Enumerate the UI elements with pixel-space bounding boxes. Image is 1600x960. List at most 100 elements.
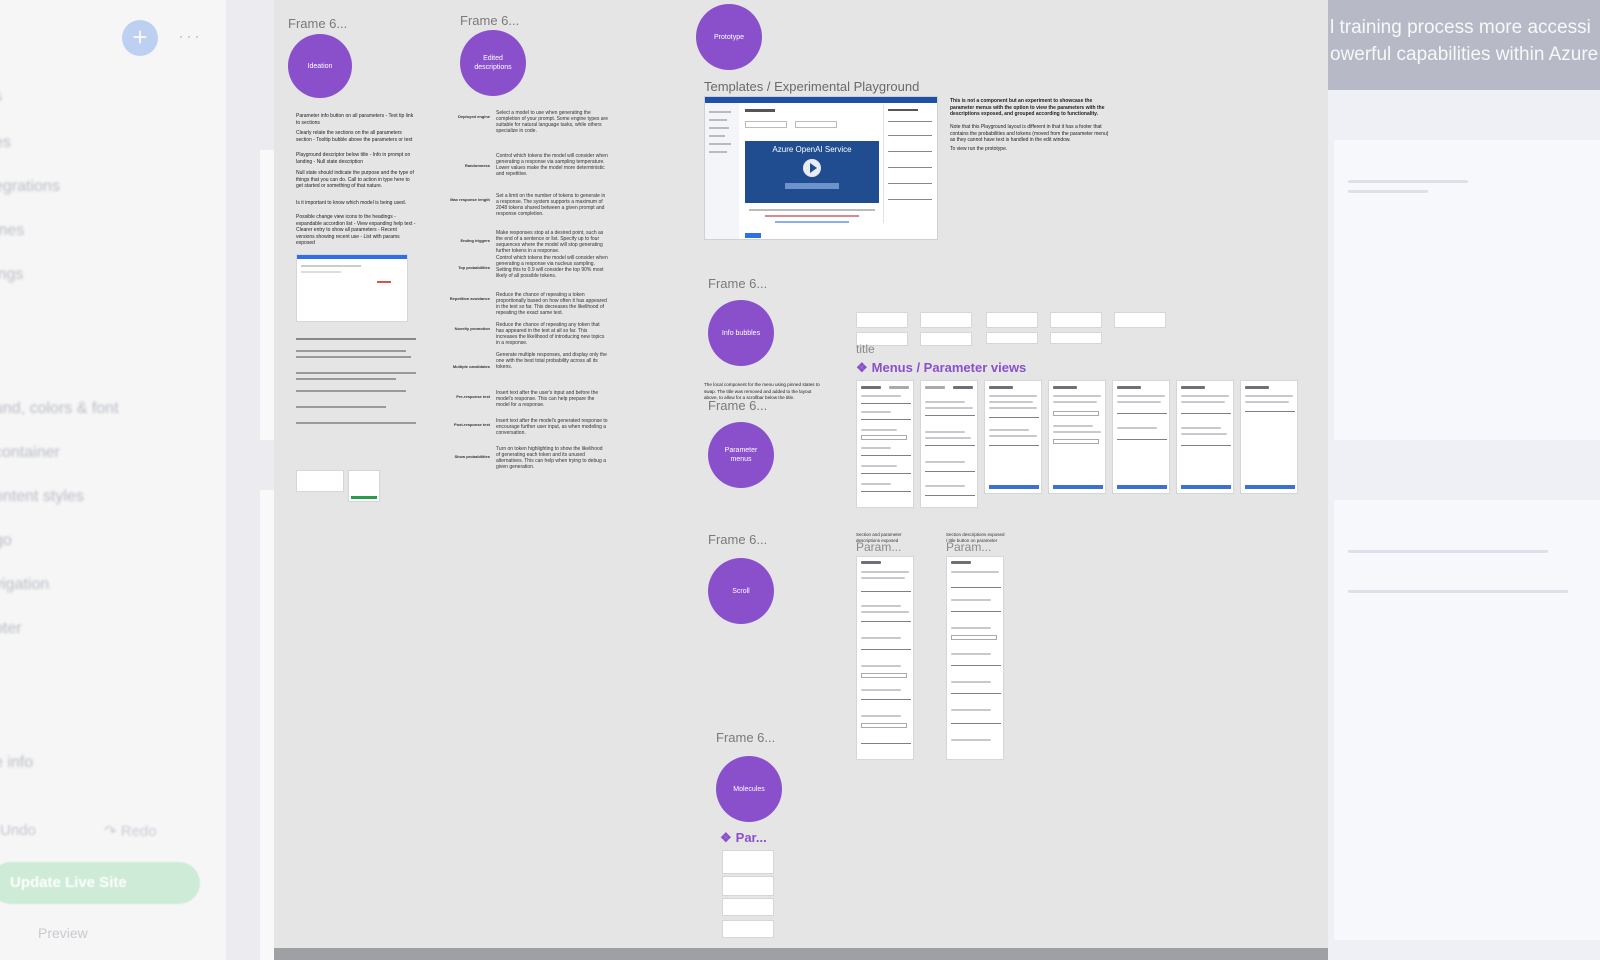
param-desc: Generate multiple responses, and display… (496, 352, 607, 370)
play-icon[interactable] (803, 159, 821, 177)
menu-item[interactable]: ings (0, 266, 23, 284)
ideation-mini-card[interactable] (348, 470, 380, 502)
panel-slider (951, 723, 1001, 724)
ideation-bubble[interactable]: Ideation (288, 34, 352, 98)
scroll-panel[interactable] (856, 556, 914, 760)
parameter-menus-bubble[interactable]: Parameter menus (708, 422, 774, 488)
playground-video[interactable]: Azure OpenAI Service (745, 141, 879, 203)
panel-line (1245, 401, 1289, 403)
frame-label[interactable]: Frame 6... (288, 16, 347, 31)
panel-button[interactable] (1181, 485, 1231, 489)
panel-button[interactable] (989, 485, 1039, 489)
info-bubble-card[interactable] (920, 332, 972, 346)
menu-item[interactable]: mes (0, 222, 24, 240)
menu-item[interactable]: s (0, 88, 2, 106)
preview-link[interactable]: Preview (38, 925, 88, 941)
frame-label[interactable]: Frame 6... (460, 13, 519, 28)
info-bubble-card[interactable] (986, 312, 1038, 328)
frame-label[interactable]: Frame 6... (708, 276, 767, 291)
panel-slider (951, 587, 1001, 588)
info-bubbles-bubble[interactable]: Info bubbles (708, 300, 774, 366)
sidebar-line (709, 151, 727, 153)
info-bubble-card[interactable] (1114, 312, 1166, 328)
menu-item[interactable]: es (0, 134, 11, 152)
menu-item[interactable]: vigation (0, 576, 49, 594)
parameter-view-panel[interactable] (920, 380, 978, 508)
info-bubble-card[interactable] (1050, 332, 1102, 344)
param-label[interactable]: Param... (856, 540, 901, 554)
scroll-panel[interactable] (946, 556, 1004, 760)
menu-item[interactable]: go (0, 532, 12, 550)
parameter-view-panel[interactable] (1176, 380, 1234, 494)
panel-input (951, 635, 997, 640)
panel-line (1117, 427, 1157, 429)
redo-button[interactable]: ↷ Redo (104, 822, 157, 840)
panel-heading (989, 386, 1013, 389)
panel-line (989, 401, 1033, 403)
panel-heading (953, 386, 973, 389)
panel-slider (1117, 413, 1167, 414)
panel-button[interactable] (1245, 485, 1295, 489)
video-title: Azure OpenAI Service (772, 145, 852, 154)
design-canvas[interactable]: Frame 6... Ideation Parameter info butto… (274, 0, 1328, 960)
panel-slider (925, 415, 975, 416)
frame-label[interactable]: Frame 6... (708, 532, 767, 547)
panel-line (925, 437, 971, 439)
info-bubble-card[interactable] (920, 312, 972, 328)
param-desc: Control which tokens the model will cons… (496, 255, 608, 279)
ideation-screenshot[interactable] (296, 254, 408, 322)
scroll-bubble[interactable]: Scroll (708, 558, 774, 624)
parameter-view-panel[interactable] (984, 380, 1042, 494)
param-label[interactable]: Param... (946, 540, 991, 554)
menu-item[interactable]: egrations (0, 178, 60, 196)
parameter-view-panel[interactable] (1240, 380, 1298, 494)
param-line (888, 109, 918, 111)
info-bubble-card[interactable] (1050, 312, 1102, 328)
panel-button[interactable] (1053, 485, 1103, 489)
info-bubble-card[interactable] (856, 312, 908, 328)
playground-note: To view run the prototype. (950, 146, 1008, 152)
menu-item[interactable]: und, colors & font (0, 400, 119, 418)
molecule-card[interactable] (722, 876, 774, 896)
panel-line (861, 605, 901, 607)
ideation-mini-card[interactable] (296, 470, 344, 492)
left-panel: + ··· s es egrations mes ings und, color… (0, 0, 227, 960)
molecule-card[interactable] (722, 898, 774, 916)
frame-label[interactable]: Frame 6... (708, 398, 767, 413)
menu-item[interactable]: e info (0, 754, 33, 772)
par-component-title[interactable]: ❖ Par... (720, 830, 767, 846)
menu-item[interactable]: container (0, 444, 60, 462)
menus-parameter-views-title[interactable]: ❖ Menus / Parameter views (856, 360, 1026, 376)
panel-line (861, 395, 901, 397)
parameter-view-panel[interactable] (856, 380, 914, 508)
update-live-site-button[interactable]: Update Live Site (0, 862, 200, 904)
frame-label[interactable]: Frame 6... (716, 730, 775, 745)
param-name: Novelty promotion (454, 326, 490, 331)
molecule-card[interactable] (722, 920, 774, 938)
panel-line (1181, 427, 1221, 429)
param-slider (888, 121, 932, 122)
edited-descriptions-bubble[interactable]: Edited descriptions (460, 30, 526, 96)
panel-button[interactable] (1117, 485, 1167, 489)
templates-title[interactable]: Templates / Experimental Playground (704, 79, 919, 94)
panel-slider (861, 473, 911, 474)
undo-button[interactable]: Undo (0, 822, 36, 839)
more-dots-icon[interactable]: ··· (178, 26, 202, 47)
experimental-playground-mock[interactable]: Azure OpenAI Service (704, 96, 938, 240)
info-bubble-card[interactable] (986, 332, 1038, 344)
param-desc: Insert text after the model's generated … (496, 418, 608, 436)
parameter-view-panel[interactable] (1112, 380, 1170, 494)
parameter-view-panel[interactable] (1048, 380, 1106, 494)
molecules-bubble[interactable]: Molecules (716, 756, 782, 822)
component-diamond-icon: ❖ (720, 830, 732, 845)
prototype-bubble[interactable]: Prototype (696, 4, 762, 70)
param-name: Show probabilities (454, 454, 490, 459)
panel-line (951, 627, 991, 629)
menu-item[interactable]: ontent styles (0, 488, 84, 506)
menu-item[interactable]: oter (0, 620, 22, 638)
panel-slider (861, 455, 911, 456)
generate-button[interactable] (745, 233, 761, 238)
ghost-card (1334, 500, 1600, 940)
molecule-card[interactable] (722, 850, 774, 874)
add-button[interactable]: + (122, 20, 158, 56)
